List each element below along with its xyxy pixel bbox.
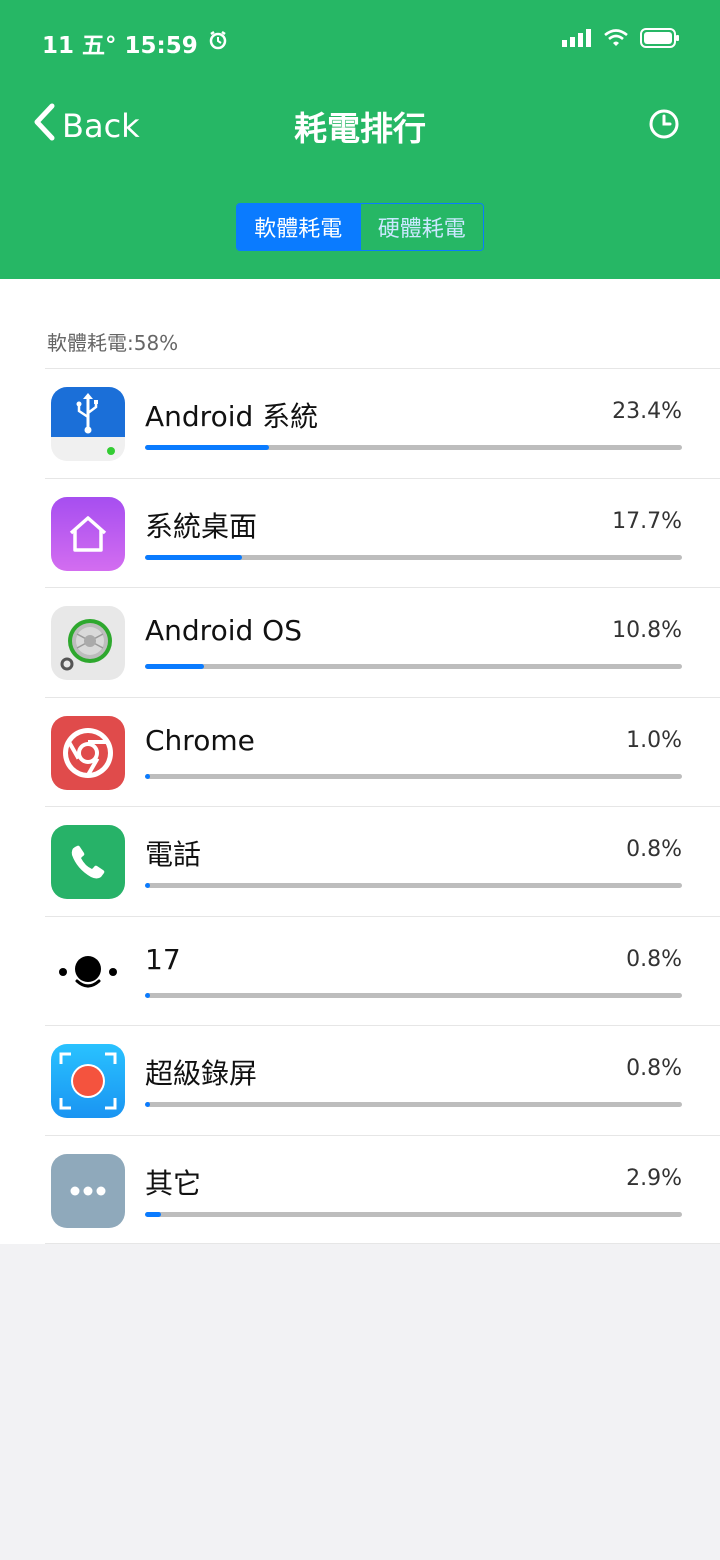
list-item[interactable]: 17 0.8% xyxy=(45,915,720,1026)
list-item[interactable]: 其它 2.9% xyxy=(45,1134,720,1244)
battery-icon xyxy=(640,28,680,52)
app-name: 電話 xyxy=(145,838,202,871)
usage-bar xyxy=(145,554,682,560)
chrome-icon xyxy=(51,715,125,790)
list-item[interactable]: Android 系統 23.4% xyxy=(45,368,720,478)
usb-system-icon xyxy=(51,387,125,461)
usage-bar xyxy=(145,883,682,888)
usage-bar-fill xyxy=(145,445,269,450)
more-icon xyxy=(51,1153,125,1228)
usage-bar xyxy=(145,1211,682,1217)
app-name: 17 xyxy=(145,942,181,976)
list-item[interactable]: Chrome 1.0% xyxy=(45,696,720,807)
usage-bar-fill xyxy=(145,1102,151,1107)
list-item[interactable]: 電話 0.8% xyxy=(45,806,720,916)
section-label: 軟體耗電:58% xyxy=(47,331,179,355)
app-percent: 0.8% xyxy=(626,946,682,972)
list-item[interactable]: Android OS 10.8% xyxy=(45,587,720,697)
wifi-icon xyxy=(604,29,628,51)
history-clock-icon[interactable] xyxy=(648,108,680,140)
app-list: Android 系統 23.4% 系統桌面 17.7% Android OS 1… xyxy=(45,368,720,1244)
alarm-icon xyxy=(208,30,228,56)
list-item[interactable]: 超級錄屏 0.8% xyxy=(45,1025,720,1135)
usage-bar-fill xyxy=(145,554,242,560)
status-bar: 11 五° 15:59 xyxy=(0,0,720,82)
status-time: 11 五° 15:59 xyxy=(42,33,198,59)
usage-bar-fill xyxy=(145,883,151,888)
usage-bar xyxy=(145,664,682,669)
app-percent: 10.8% xyxy=(612,618,682,643)
usage-bar xyxy=(145,445,682,450)
usage-bar-fill xyxy=(145,664,205,669)
app-name: 其它 xyxy=(145,1166,202,1200)
phone-icon xyxy=(51,825,125,899)
app-percent: 0.8% xyxy=(626,1056,682,1081)
usage-bar-fill xyxy=(145,1211,162,1217)
app-name: Android 系統 xyxy=(145,400,319,433)
segmented-control: 軟體耗電 硬體耗電 xyxy=(236,203,484,251)
app-name: 超級錄屏 xyxy=(145,1057,258,1090)
header: 11 五° 15:59 Back 耗電排行 軟體耗電 硬體耗電 xyxy=(0,0,720,279)
app-name: 系統桌面 xyxy=(145,509,258,543)
usage-bar-fill xyxy=(145,992,151,998)
nav-bar: Back 耗電排行 xyxy=(0,90,720,160)
usage-bar xyxy=(145,1102,682,1107)
usage-bar xyxy=(145,992,682,998)
chevron-left-icon xyxy=(32,102,56,150)
app-name: Chrome xyxy=(145,723,255,757)
signal-icon xyxy=(562,29,592,51)
app-name: Android OS xyxy=(145,614,302,647)
app-percent: 2.9% xyxy=(626,1165,682,1191)
screen-record-icon xyxy=(51,1044,125,1118)
usage-bar-fill xyxy=(145,773,151,779)
android-os-icon xyxy=(51,606,125,680)
app-percent: 17.7% xyxy=(612,508,682,534)
back-label: Back xyxy=(62,107,140,145)
usage-bar xyxy=(145,773,682,779)
content-panel: 軟體耗電:58% Android 系統 23.4% 系統桌面 17.7% And… xyxy=(0,279,720,1244)
list-item[interactable]: 系統桌面 17.7% xyxy=(45,477,720,588)
app-percent: 0.8% xyxy=(626,837,682,862)
home-launcher-icon xyxy=(51,496,125,571)
app-17-icon xyxy=(51,934,125,1009)
app-percent: 23.4% xyxy=(612,399,682,424)
tab-software[interactable]: 軟體耗電 xyxy=(237,204,360,250)
back-button[interactable]: Back xyxy=(32,102,140,150)
app-percent: 1.0% xyxy=(626,727,682,753)
tab-hardware[interactable]: 硬體耗電 xyxy=(359,204,483,250)
